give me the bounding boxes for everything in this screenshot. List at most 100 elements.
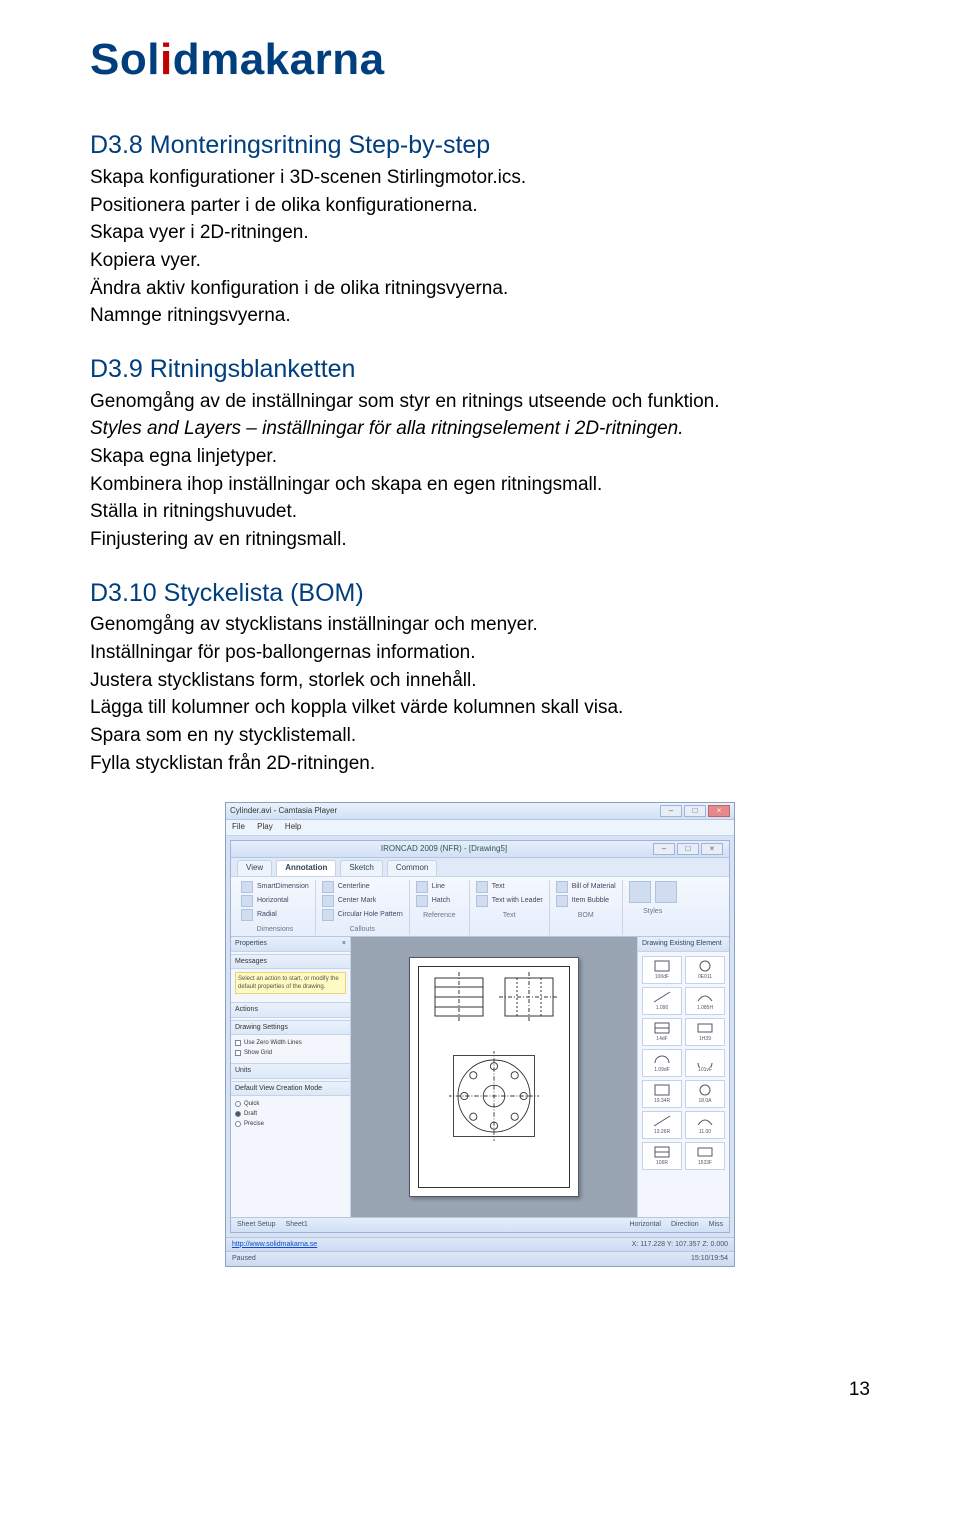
close-button[interactable]: × <box>708 805 730 817</box>
callout-icon[interactable] <box>322 895 334 907</box>
chk-show-grid[interactable]: Show Grid <box>235 1048 346 1058</box>
thumbnail-item[interactable]: 14dF <box>642 1018 682 1046</box>
callout-label[interactable]: Circular Hole Pattern <box>338 910 403 919</box>
bom-icon[interactable] <box>556 881 568 893</box>
ironcad-title: IRONCAD 2009 (NFR) - [Drawing5] <box>381 844 507 855</box>
drawing-canvas[interactable] <box>351 937 637 1217</box>
drawing-sheet <box>409 957 579 1197</box>
text-icon[interactable] <box>476 881 488 893</box>
paragraph: Inställningar för pos-ballongernas infor… <box>90 640 870 666</box>
thumbnail-item[interactable]: 18.0A <box>685 1080 725 1108</box>
chk-zero-width[interactable]: Use Zero Width Lines <box>235 1038 346 1048</box>
status-horizontal: Horizontal <box>629 1220 661 1229</box>
dim-icon[interactable] <box>241 881 253 893</box>
ribbon-group-dimensions: SmartDimension Horizontal Radial Dimensi… <box>235 880 316 935</box>
properties-header: Properties× <box>231 937 350 951</box>
callout-label[interactable]: Center Mark <box>338 896 377 905</box>
page-number: 13 <box>90 1377 870 1403</box>
menu-file[interactable]: File <box>232 822 245 831</box>
footer-link[interactable]: http://www.solidmakarna.se <box>232 1240 317 1249</box>
tab-common[interactable]: Common <box>387 860 437 876</box>
group-title-text: Text <box>476 911 543 920</box>
dim-label[interactable]: SmartDimension <box>257 882 309 891</box>
styles-icon[interactable] <box>629 881 651 903</box>
properties-panel: Properties× Messages Select an action to… <box>231 937 351 1217</box>
thumbnail-item[interactable]: 1533F <box>685 1142 725 1170</box>
workarea: Properties× Messages Select an action to… <box>231 937 729 1217</box>
dim-label[interactable]: Radial <box>257 910 277 919</box>
ribbon-group-reference: Line Hatch Reference <box>410 880 470 935</box>
inner-close-button[interactable]: × <box>701 843 723 855</box>
status-miss: Miss <box>709 1220 723 1229</box>
ribbon: SmartDimension Horizontal Radial Dimensi… <box>231 877 729 937</box>
messages-header: Messages <box>231 954 350 969</box>
thumbnail-item[interactable]: 1.085H <box>685 987 725 1015</box>
dim-label[interactable]: Horizontal <box>257 896 289 905</box>
thumbnail-item[interactable]: 1.090 <box>642 987 682 1015</box>
ironcad-titlebar: IRONCAD 2009 (NFR) - [Drawing5] – □ × <box>231 841 729 858</box>
tab-view[interactable]: View <box>237 860 272 876</box>
bom-label[interactable]: Bill of Material <box>572 882 616 891</box>
radio-precise[interactable]: Precise <box>235 1119 346 1129</box>
ribbon-group-bom: Bill of Material Item Bubble BOM <box>550 880 623 935</box>
ribbon-group-text: Text Text with Leader Text <box>470 880 550 935</box>
styles-icon[interactable] <box>655 881 677 903</box>
group-title-reference: Reference <box>416 911 463 920</box>
section-block: D3.8 Monteringsritning Step-by-stepSkapa… <box>90 129 870 329</box>
logo-part2: dmakarna <box>173 35 385 84</box>
text-label[interactable]: Text with Leader <box>492 896 543 905</box>
panel-close-icon[interactable]: × <box>342 939 346 948</box>
message-text: Select an action to start, or modify the… <box>235 972 346 994</box>
callout-label[interactable]: Centerline <box>338 882 370 891</box>
dim-icon[interactable] <box>241 895 253 907</box>
player-statusbar: Paused 15:10/19:54 <box>226 1251 734 1265</box>
tab-annotation[interactable]: Annotation <box>276 860 336 876</box>
thumbnail-item[interactable]: 0E011 <box>685 956 725 984</box>
brand-logo: Solidmakarna <box>90 30 870 89</box>
section-block: D3.9 RitningsblankettenGenomgång av de i… <box>90 353 870 553</box>
text-label[interactable]: Text <box>492 882 505 891</box>
top-view-left <box>428 972 490 1022</box>
dim-icon[interactable] <box>241 909 253 921</box>
inner-maximize-button[interactable]: □ <box>677 843 699 855</box>
text-icon[interactable] <box>476 895 488 907</box>
maximize-button[interactable]: □ <box>684 805 706 817</box>
ref-label[interactable]: Line <box>432 882 445 891</box>
thumbnail-item[interactable]: 106R <box>642 1142 682 1170</box>
status-direction: Direction <box>671 1220 699 1229</box>
paragraph: Lägga till kolumner och koppla vilket vä… <box>90 695 870 721</box>
radio-draft[interactable]: Draft <box>235 1109 346 1119</box>
bom-label[interactable]: Item Bubble <box>572 896 609 905</box>
radio-quick[interactable]: Quick <box>235 1099 346 1109</box>
group-title-dimensions: Dimensions <box>241 925 309 934</box>
inner-minimize-button[interactable]: – <box>653 843 675 855</box>
paragraph: Finjustering av en ritningsmall. <box>90 527 870 553</box>
thumbnail-item[interactable]: 101vF <box>685 1049 725 1077</box>
paragraph: Skapa konfigurationer i 3D-scenen Stirli… <box>90 165 870 191</box>
thumbnail-item[interactable]: 1.09dF <box>642 1049 682 1077</box>
thumbnail-item[interactable]: 11.00 <box>685 1111 725 1139</box>
thumbnail-item[interactable]: 100dF <box>642 956 682 984</box>
section-title: D3.9 Ritningsblanketten <box>90 353 870 387</box>
player-titlebar: Cylinder.avi - Camtasia Player – □ × <box>226 803 734 820</box>
thumbnail-item[interactable]: 19.34R <box>642 1080 682 1108</box>
ref-icon[interactable] <box>416 895 428 907</box>
callout-icon[interactable] <box>322 881 334 893</box>
top-view-right <box>498 972 560 1022</box>
ironcad-window: IRONCAD 2009 (NFR) - [Drawing5] – □ × Vi… <box>230 840 730 1233</box>
minimize-button[interactable]: – <box>660 805 682 817</box>
ref-icon[interactable] <box>416 881 428 893</box>
play-state: Paused <box>232 1254 256 1263</box>
bom-icon[interactable] <box>556 895 568 907</box>
menu-play[interactable]: Play <box>257 822 273 831</box>
callout-icon[interactable] <box>322 909 334 921</box>
thumbnail-item[interactable]: 1H39 <box>685 1018 725 1046</box>
tab-sketch[interactable]: Sketch <box>340 860 382 876</box>
group-title-styles: Styles <box>629 907 677 916</box>
ref-label[interactable]: Hatch <box>432 896 450 905</box>
status-sheet-setup[interactable]: Sheet Setup <box>237 1220 276 1229</box>
status-sheet-tab[interactable]: Sheet1 <box>286 1220 308 1229</box>
thumbnail-item[interactable]: 13.26R <box>642 1111 682 1139</box>
menu-help[interactable]: Help <box>285 822 301 831</box>
paragraph: Ställa in ritningshuvudet. <box>90 499 870 525</box>
